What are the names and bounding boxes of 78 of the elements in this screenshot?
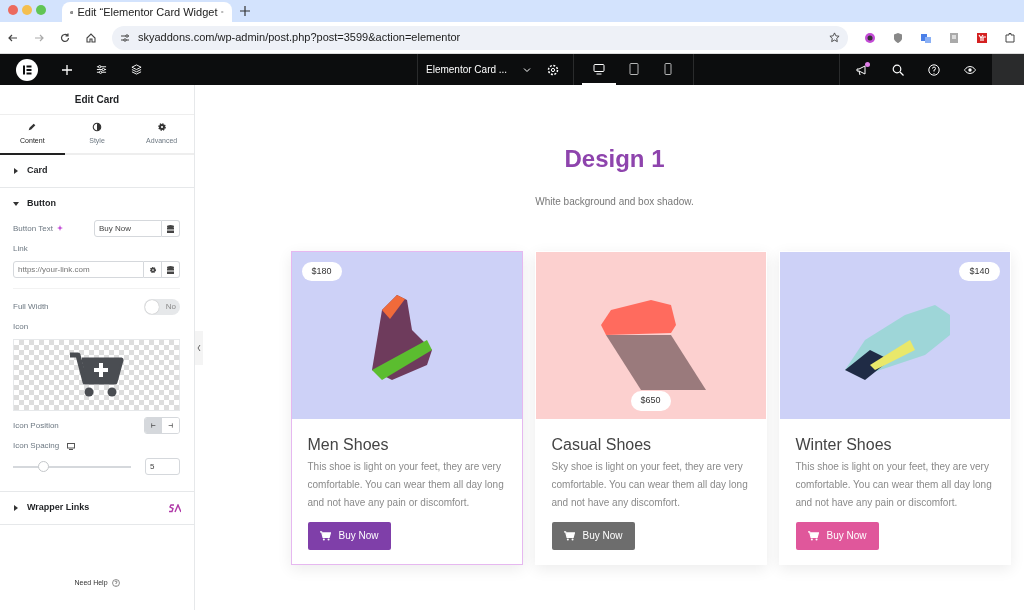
- tab-title: Edit “Elementor Card Widget: [77, 4, 218, 20]
- icon-preview[interactable]: [13, 339, 180, 411]
- section-subheading: White background and box shadow.: [535, 194, 694, 209]
- section-header[interactable]: Wrapper Links: [0, 492, 194, 524]
- desktop-icon: [593, 62, 606, 75]
- layers-icon[interactable]: [131, 64, 142, 75]
- reload-icon[interactable]: [60, 32, 70, 43]
- slider-handle[interactable]: [37, 460, 49, 472]
- chevron-down-icon: [523, 65, 532, 74]
- desktop-icon: [67, 442, 76, 450]
- tablet-icon: [627, 62, 640, 75]
- field-label: Icon Spacing: [13, 440, 60, 452]
- section-heading: Design 1: [564, 145, 665, 174]
- spacing-input[interactable]: 5: [145, 458, 180, 475]
- product-card[interactable]: $140 Winter Shoes This shoe is light on your feet, they are very comfortable. You can wear them all day long and not have any pain or discomfort. Buy Now: [778, 250, 1011, 565]
- cart-plus-icon: [807, 531, 819, 541]
- search-icon[interactable]: [892, 63, 904, 76]
- field-label: Icon: [13, 321, 30, 333]
- align-end-icon: [168, 422, 173, 429]
- address-bar[interactable]: skyaddons.com/wp-admin/post.php?post=3599&action=elementor: [112, 25, 848, 50]
- new-tab-icon[interactable]: [240, 6, 250, 16]
- icon-position-option[interactable]: [145, 418, 162, 433]
- section-header[interactable]: Button: [0, 188, 194, 220]
- buy-now-button[interactable]: Buy Now: [551, 522, 635, 550]
- card-description: This shoe is light on your feet, they are very comfortable. You can wear them all day long and not have any pain or discomfort.: [795, 460, 993, 510]
- pencil-icon: [27, 121, 38, 132]
- settings-icon[interactable]: [547, 63, 560, 76]
- home-icon[interactable]: [86, 32, 96, 43]
- cart-plus-icon: [319, 531, 331, 541]
- field-label: Link: [13, 243, 29, 255]
- logo-icon[interactable]: [16, 58, 38, 81]
- puzzle-piece-icon[interactable]: [1004, 31, 1016, 44]
- price-badge: $180: [301, 261, 342, 282]
- caret-down-icon: [13, 201, 19, 207]
- field-label: Full Width: [13, 301, 49, 313]
- card-description: Sky shoe is light on your feet, they are very comfortable. You can wear them all day long and not have any discomfort.: [551, 460, 749, 510]
- sliders-icon[interactable]: [96, 64, 107, 75]
- product-card[interactable]: $650 Casual Shoes Sky shoe is light on your feet, they are very comfortable. You can wear them all day long and not have any discomfort. Buy Now: [534, 250, 767, 565]
- help-icon[interactable]: [928, 63, 940, 76]
- panel-title: Edit Card: [74, 93, 120, 107]
- field-label: Button Text: [13, 222, 53, 235]
- database-icon[interactable]: [167, 265, 174, 274]
- mobile-icon: [661, 62, 674, 75]
- eye-icon[interactable]: [964, 63, 976, 76]
- announcements-button[interactable]: [856, 63, 868, 76]
- gear-icon[interactable]: [148, 265, 157, 274]
- product-card[interactable]: $180 Men Shoes This shoe is light on your feet, they are very comfortable. You can wear them all day long and not have any pain or discomfort. Buy Now: [290, 250, 523, 565]
- gear-icon: [156, 121, 167, 132]
- section-header[interactable]: Card: [0, 155, 194, 187]
- help-icon: [111, 578, 120, 587]
- plus-icon[interactable]: [62, 64, 72, 75]
- database-icon: [167, 224, 174, 233]
- card-title: Casual Shoes: [551, 434, 653, 454]
- document-title-dropdown[interactable]: Elementor Card ...: [418, 62, 540, 77]
- sa-logo-icon: [169, 503, 181, 513]
- card-title: Winter Shoes: [795, 434, 893, 454]
- button-text-field[interactable]: Buy Now: [94, 220, 162, 237]
- browser-tab[interactable]: Edit “Elementor Card Widget: [62, 2, 232, 22]
- back-icon[interactable]: [8, 32, 18, 43]
- link-field[interactable]: https://your-link.com: [13, 261, 144, 278]
- extension-icon[interactable]: [864, 31, 876, 44]
- site-settings-icon: [120, 32, 130, 43]
- card-title: Men Shoes: [307, 434, 390, 454]
- half-circle-icon: [92, 121, 102, 132]
- buy-now-button[interactable]: Buy Now: [307, 522, 391, 550]
- buy-now-button[interactable]: Buy Now: [795, 522, 879, 550]
- align-start-icon: [151, 422, 156, 429]
- ai-sparkle-icon: [56, 224, 65, 233]
- megaphone-icon: [856, 63, 868, 76]
- price-badge: $140: [959, 261, 1000, 282]
- caret-right-icon: [13, 168, 19, 174]
- cart-plus-icon: [69, 352, 124, 398]
- star-icon[interactable]: [829, 32, 840, 43]
- card-description: This shoe is light on your feet, they are very comfortable. You can wear them all day long and not have any pain or discomfort.: [307, 460, 505, 510]
- field-label: Icon Position: [13, 419, 59, 432]
- caret-right-icon: [13, 505, 19, 511]
- price-badge: $650: [630, 391, 671, 411]
- cart-plus-icon: [563, 531, 575, 541]
